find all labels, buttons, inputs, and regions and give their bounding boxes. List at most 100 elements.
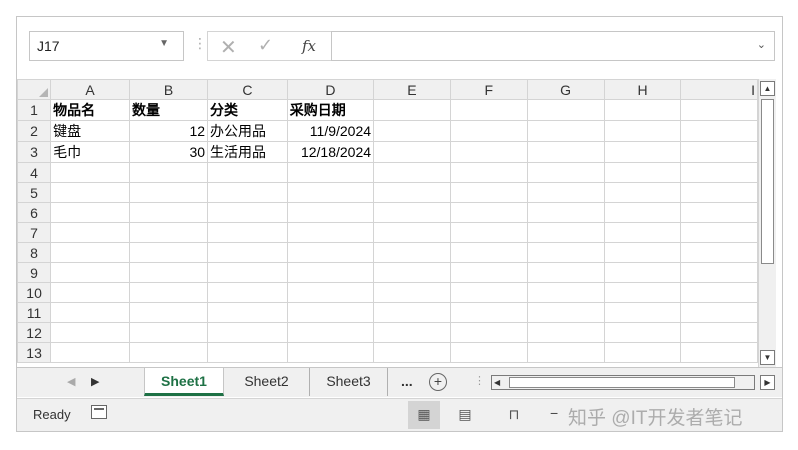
cell-h7[interactable] [603, 222, 682, 243]
cell-d12[interactable] [286, 322, 375, 343]
row-header[interactable]: 2 [17, 120, 52, 142]
cell-a13[interactable] [50, 342, 131, 363]
cell-d5[interactable] [286, 182, 375, 203]
cell-d4[interactable] [286, 162, 375, 183]
cell-c6[interactable] [207, 202, 288, 223]
cell-i4[interactable] [680, 162, 758, 183]
prev-sheet-icon[interactable]: ◀ [67, 375, 75, 388]
row-header[interactable]: 6 [17, 202, 52, 223]
expand-formula-bar-icon[interactable]: ⌄ [757, 38, 766, 51]
horizontal-scroll-thumb[interactable] [509, 377, 735, 388]
cell-b13[interactable] [129, 342, 209, 363]
zoom-out-button[interactable]: − [550, 405, 558, 421]
vertical-scroll-thumb[interactable] [761, 99, 774, 264]
cell-f5[interactable] [449, 182, 528, 203]
cell-h13[interactable] [603, 342, 682, 363]
cell-e9[interactable] [373, 262, 451, 283]
cell-b2[interactable]: 12 [129, 120, 209, 142]
cell-a8[interactable] [50, 242, 131, 263]
cell-c1[interactable]: 分类 [207, 99, 288, 121]
cell-g13[interactable] [526, 342, 605, 363]
row-header[interactable]: 10 [17, 282, 52, 303]
cell-g3[interactable] [526, 141, 605, 163]
tab-sheet1[interactable]: Sheet1 [144, 368, 224, 396]
cell-h2[interactable] [603, 120, 682, 142]
cell-b3[interactable]: 30 [129, 141, 209, 163]
cell-b1[interactable]: 数量 [129, 99, 209, 121]
add-sheet-icon[interactable]: + [429, 373, 447, 391]
cell-f3[interactable] [449, 141, 528, 163]
cell-i9[interactable] [680, 262, 758, 283]
cell-i11[interactable] [680, 302, 758, 323]
scroll-down-icon[interactable]: ▼ [760, 350, 775, 365]
cell-c9[interactable] [207, 262, 288, 283]
cell-g1[interactable] [526, 99, 605, 121]
cell-h8[interactable] [603, 242, 682, 263]
column-header-g[interactable]: G [526, 79, 605, 100]
select-all-corner[interactable] [17, 79, 52, 100]
cell-a2[interactable]: 键盘 [50, 120, 131, 142]
cell-c12[interactable] [207, 322, 288, 343]
horizontal-scrollbar[interactable]: ◀ ▶ [491, 375, 775, 390]
row-header[interactable]: 12 [17, 322, 52, 343]
cell-h10[interactable] [603, 282, 682, 303]
cell-b4[interactable] [129, 162, 209, 183]
cell-c8[interactable] [207, 242, 288, 263]
cell-b6[interactable] [129, 202, 209, 223]
cell-e7[interactable] [373, 222, 451, 243]
cell-d1[interactable]: 采购日期 [286, 99, 375, 121]
cell-c5[interactable] [207, 182, 288, 203]
cell-a3[interactable]: 毛巾 [50, 141, 131, 163]
cell-a5[interactable] [50, 182, 131, 203]
cell-d7[interactable] [286, 222, 375, 243]
scroll-right-icon[interactable]: ▶ [760, 375, 775, 390]
cell-f11[interactable] [449, 302, 528, 323]
cell-b9[interactable] [129, 262, 209, 283]
cancel-icon[interactable]: ✕ [220, 35, 237, 60]
cell-c4[interactable] [207, 162, 288, 183]
cell-i6[interactable] [680, 202, 758, 223]
cell-e2[interactable] [373, 120, 451, 142]
row-header[interactable]: 3 [17, 141, 52, 163]
insert-function-icon[interactable]: fx [302, 37, 316, 55]
tab-sheet2[interactable]: Sheet2 [224, 368, 310, 396]
cell-h6[interactable] [603, 202, 682, 223]
cell-h11[interactable] [603, 302, 682, 323]
cell-d10[interactable] [286, 282, 375, 303]
cell-b5[interactable] [129, 182, 209, 203]
cell-a4[interactable] [50, 162, 131, 183]
row-header[interactable]: 5 [17, 182, 52, 203]
accessibility-icon[interactable] [91, 405, 107, 419]
cell-i8[interactable] [680, 242, 758, 263]
cell-i3[interactable] [680, 141, 758, 163]
cell-g10[interactable] [526, 282, 605, 303]
cell-a11[interactable] [50, 302, 131, 323]
cell-b10[interactable] [129, 282, 209, 303]
column-header-c[interactable]: C [207, 79, 288, 100]
page-layout-view-icon[interactable]: ▤ [449, 401, 481, 429]
cell-h5[interactable] [603, 182, 682, 203]
cell-b7[interactable] [129, 222, 209, 243]
column-header-d[interactable]: D [286, 79, 375, 100]
tab-sheet3[interactable]: Sheet3 [310, 368, 388, 396]
cell-e4[interactable] [373, 162, 451, 183]
cell-e13[interactable] [373, 342, 451, 363]
cell-f2[interactable] [449, 120, 528, 142]
cell-a10[interactable] [50, 282, 131, 303]
cell-d11[interactable] [286, 302, 375, 323]
cell-e8[interactable] [373, 242, 451, 263]
cell-f9[interactable] [449, 262, 528, 283]
cell-d13[interactable] [286, 342, 375, 363]
cell-a6[interactable] [50, 202, 131, 223]
next-sheet-icon[interactable]: ▶ [91, 375, 99, 388]
row-header[interactable]: 8 [17, 242, 52, 263]
cell-g9[interactable] [526, 262, 605, 283]
cell-f12[interactable] [449, 322, 528, 343]
cell-c13[interactable] [207, 342, 288, 363]
cell-e11[interactable] [373, 302, 451, 323]
cell-f8[interactable] [449, 242, 528, 263]
cell-d9[interactable] [286, 262, 375, 283]
scroll-left-icon[interactable]: ◀ [494, 376, 500, 389]
chevron-down-icon[interactable]: ▼ [159, 38, 169, 49]
cell-a1[interactable]: 物品名 [50, 99, 131, 121]
